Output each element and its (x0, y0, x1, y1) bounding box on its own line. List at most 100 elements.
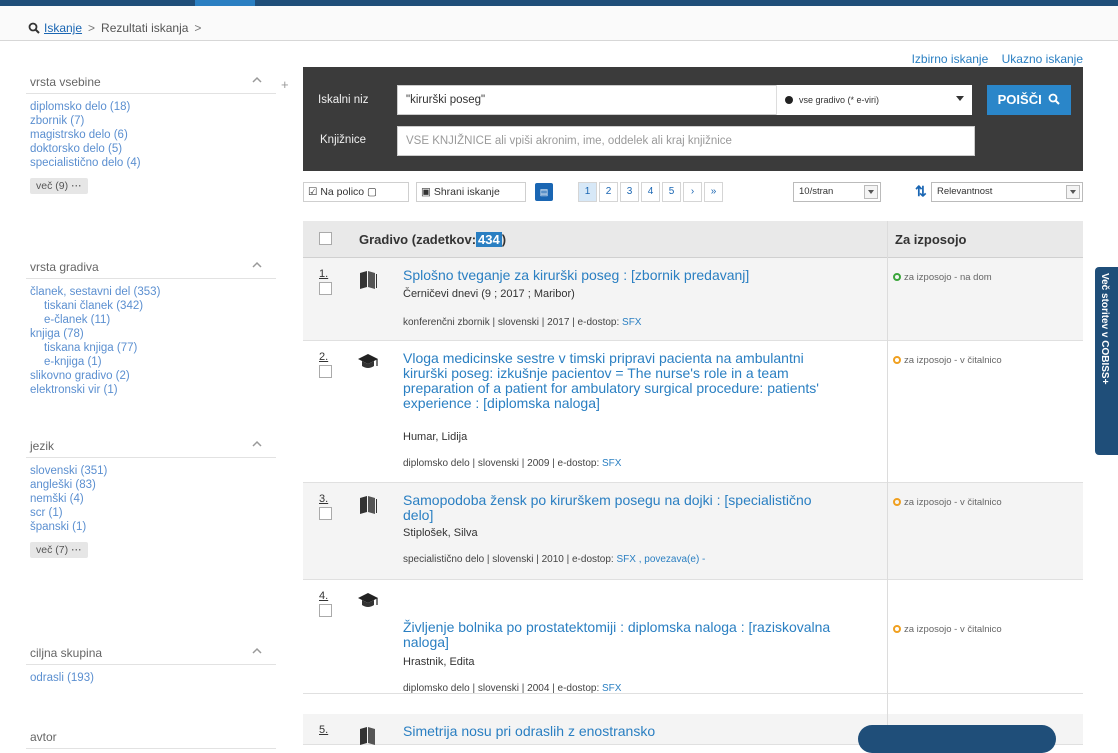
facet-item[interactable]: članek, sestavni del (353) (30, 285, 276, 299)
result-meta: specialistično delo | slovenski | 2010 |… (403, 554, 705, 565)
result-title-link[interactable]: Samopodoba žensk po kirurškem posegu na … (403, 493, 843, 523)
facet-header[interactable]: jezik (26, 433, 276, 458)
sort-icon: ⇅ (915, 183, 927, 199)
result-number[interactable]: 1. (319, 268, 328, 280)
book-icon (360, 496, 377, 514)
facet-subitem[interactable]: e-knjiga (1) (30, 355, 276, 369)
facet-item[interactable]: specialistično delo (4) (30, 156, 276, 170)
sfx-link[interactable]: SFX (622, 317, 641, 328)
facet-title: jezik (30, 439, 55, 453)
result-row: 1. Splošno tveganje za kirurški poseg : … (303, 258, 1083, 341)
facet-material-type: vrsta gradiva članek, sestavni del (353)… (26, 254, 276, 397)
last-page-button[interactable]: » (704, 182, 723, 202)
sort-value: Relevantnost (937, 186, 993, 197)
libraries-input[interactable]: VSE KNJIŽNICE ali vpiši akronim, ime, od… (397, 126, 975, 156)
facet-subitem[interactable]: tiskana knjiga (77) (30, 341, 276, 355)
result-number[interactable]: 4. (319, 590, 328, 602)
shelf-button[interactable]: ☑ Na polico ▢ (303, 182, 409, 202)
facet-item[interactable]: elektronski vir (1) (30, 383, 276, 397)
page-1[interactable]: 1 (578, 182, 597, 202)
libraries-label: Knjižnice (320, 134, 367, 146)
result-checkbox[interactable] (319, 282, 332, 295)
facet-header[interactable]: ciljna skupina (26, 640, 276, 665)
breadcrumb-search-link[interactable]: Iskanje (44, 21, 82, 35)
result-meta-text: konferenčni zbornik | slovenski | 2017 |… (403, 317, 623, 328)
chat-button[interactable] (858, 725, 1056, 753)
breadcrumb: Iskanje > Rezultati iskanja > (28, 21, 207, 35)
basic-search-link[interactable]: Izbirno iskanje (912, 52, 989, 66)
facet-header[interactable]: vrsta gradiva (26, 254, 276, 279)
book-icon (360, 271, 377, 289)
result-number[interactable]: 3. (319, 493, 328, 505)
facet-title: ciljna skupina (30, 646, 103, 660)
facet-header[interactable]: avtor (26, 724, 276, 749)
result-number[interactable]: 2. (319, 351, 328, 363)
availability-status[interactable]: za izposojo - v čitalnico (893, 355, 1002, 366)
select-all-checkbox[interactable] (319, 232, 332, 245)
rss-icon[interactable]: ▤ (535, 183, 553, 201)
sfx-link[interactable]: SFX (602, 683, 621, 694)
facet-item[interactable]: doktorsko delo (5) (30, 142, 276, 156)
result-title-link[interactable]: Življenje bolnika po prostatektomiji : d… (403, 620, 843, 650)
result-meta: diplomsko delo | slovenski | 2004 | e-do… (403, 683, 621, 694)
facet-item[interactable]: odrasli (193) (30, 671, 276, 685)
facet-item[interactable]: zbornik (7) (30, 114, 276, 128)
facet-item[interactable]: slikovno gradivo (2) (30, 369, 276, 383)
result-title-link[interactable]: Vloga medicinske sestre v timski priprav… (403, 351, 843, 411)
facet-item[interactable]: magistrsko delo (6) (30, 128, 276, 142)
column-divider (887, 221, 888, 738)
breadcrumb-results: Rezultati iskanja (101, 21, 189, 35)
sfx-link[interactable]: SFX , povezava(e) - (616, 554, 705, 565)
page-3[interactable]: 3 (620, 182, 639, 202)
search-button[interactable]: POIŠČI (987, 85, 1071, 115)
more-services-tab[interactable]: Več storitev v COBISS+ (1095, 267, 1118, 455)
query-label: Iskalni niz (318, 94, 369, 106)
breadcrumb-separator: > (88, 21, 96, 35)
result-checkbox[interactable] (319, 507, 332, 520)
sfx-link[interactable]: SFX (602, 458, 621, 469)
facet-item[interactable]: slovenski (351) (30, 464, 276, 478)
hit-count: 434 (476, 232, 502, 247)
sort-select[interactable]: Relevantnost (931, 182, 1083, 202)
scope-select[interactable]: vse gradivo (* e-viri) (776, 85, 972, 115)
page-5[interactable]: 5 (662, 182, 681, 202)
facet-header[interactable]: vrsta vsebine (26, 69, 276, 94)
result-row: 2. Vloga medicinske sestre v timski prip… (303, 341, 1083, 483)
chevron-up-icon[interactable] (250, 73, 264, 87)
chevron-up-icon[interactable] (250, 258, 264, 272)
facet-more-button[interactable]: več (9) ⋯ (30, 178, 88, 194)
result-number[interactable]: 5. (319, 724, 328, 736)
search-icon (28, 22, 40, 34)
save-search-button[interactable]: ▣ Shrani iskanje (416, 182, 526, 202)
facet-item[interactable]: diplomsko delo (18) (30, 100, 276, 114)
scope-dot-icon (785, 96, 793, 104)
page-4[interactable]: 4 (641, 182, 660, 202)
availability-status[interactable]: za izposojo - na dom (893, 272, 992, 283)
result-title-link[interactable]: Simetrija nosu pri odraslih z enostransk… (403, 724, 843, 739)
facet-item[interactable]: angleški (83) (30, 478, 276, 492)
facet-item[interactable]: knjiga (78) (30, 327, 276, 341)
facet-subitem[interactable]: tiskani članek (342) (30, 299, 276, 313)
plus-icon[interactable]: + (281, 77, 289, 92)
facet-subitem[interactable]: e-članek (11) (30, 313, 276, 327)
availability-status[interactable]: za izposojo - v čitalnico (893, 624, 1002, 635)
result-checkbox[interactable] (319, 604, 332, 617)
chevron-up-icon[interactable] (250, 437, 264, 451)
facet-item[interactable]: španski (1) (30, 520, 276, 534)
availability-status[interactable]: za izposojo - v čitalnico (893, 497, 1002, 508)
result-row: 4. Življenje bolnika po prostatektomiji … (303, 580, 1083, 694)
facet-item[interactable]: nemški (4) (30, 492, 276, 506)
search-input[interactable]: "kirurški poseg" (397, 85, 777, 115)
chevron-up-icon[interactable] (250, 644, 264, 658)
facet-content-type: vrsta vsebine diplomsko delo (18) zborni… (26, 69, 276, 194)
facet-item[interactable]: scr (1) (30, 506, 276, 520)
page-2[interactable]: 2 (599, 182, 618, 202)
result-title-link[interactable]: Splošno tveganje za kirurški poseg : [zb… (403, 268, 843, 283)
next-page-button[interactable]: › (683, 182, 702, 202)
advanced-search-link[interactable]: Ukazno iskanje (1002, 52, 1083, 66)
result-checkbox[interactable] (319, 365, 332, 378)
result-author: Humar, Lidija (403, 431, 468, 443)
facet-more-button[interactable]: več (7) ⋯ (30, 542, 88, 558)
availability-circle-icon (893, 625, 901, 633)
per-page-select[interactable]: 10/stran (793, 182, 881, 202)
